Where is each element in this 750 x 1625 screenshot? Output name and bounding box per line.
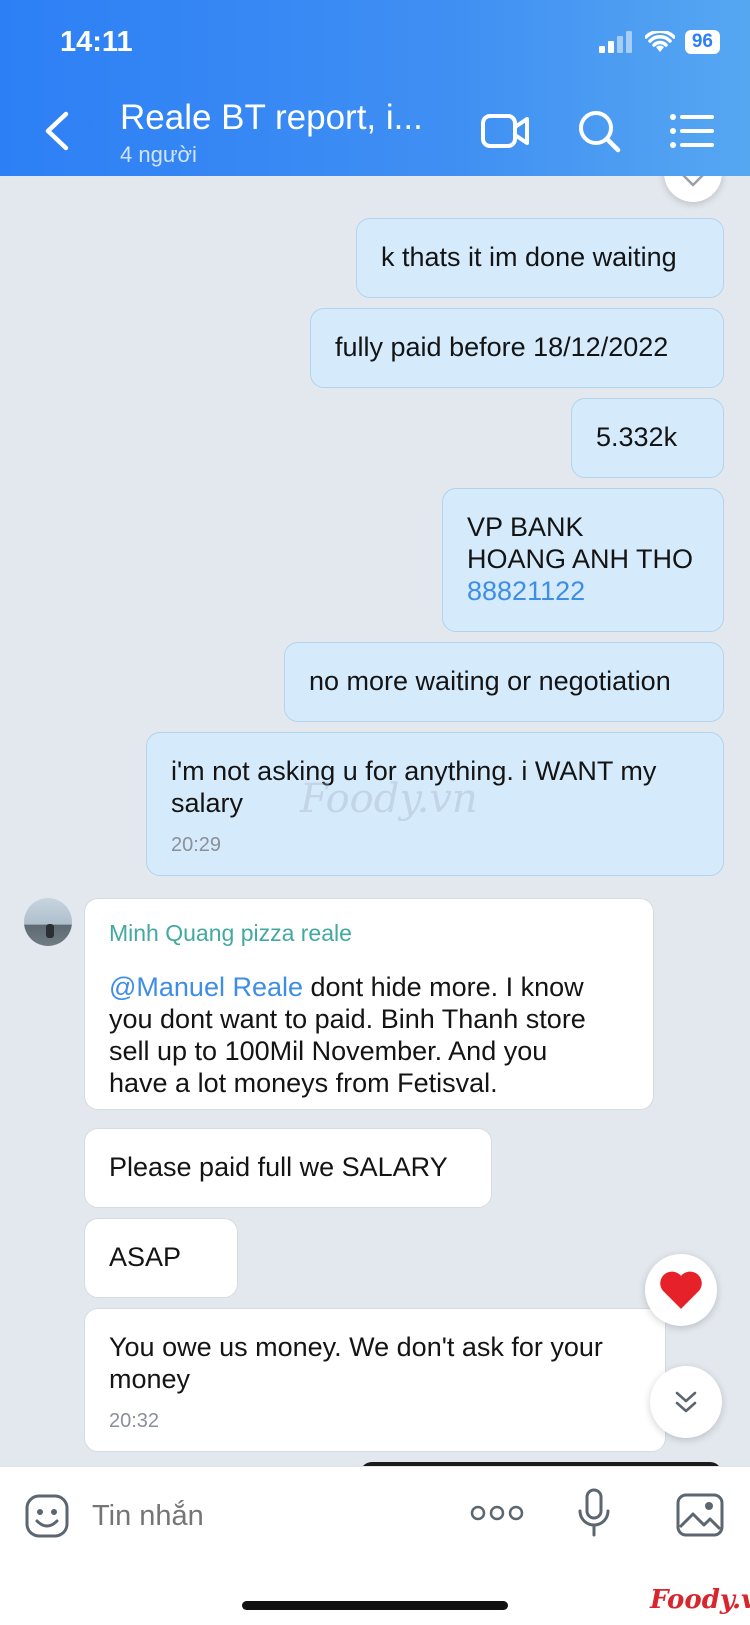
message-text: fully paid before 18/12/2022 <box>335 332 669 362</box>
chat-header: 14:11 96 Reale BT report, i... 4 người <box>0 0 750 176</box>
message-text: VP BANK <box>467 512 584 542</box>
message-incoming[interactable]: Minh Quang pizza reale @Manuel Reale don… <box>84 898 654 1110</box>
watermark: Foody.vn <box>300 776 478 822</box>
member-count[interactable]: 4 người <box>120 142 197 168</box>
message-text: no more waiting or negotiation <box>309 666 671 696</box>
image-gallery-icon[interactable] <box>676 1493 724 1537</box>
sticker-icon[interactable] <box>24 1493 70 1539</box>
message-text: k thats it im done waiting <box>381 242 677 272</box>
status-time: 14:11 <box>60 26 133 58</box>
message-text: sell up to 100Mil November. And you <box>109 1036 548 1066</box>
message-outgoing[interactable]: k thats it im done waiting <box>356 218 724 298</box>
signal-icon <box>598 31 632 53</box>
search-icon[interactable] <box>575 108 625 154</box>
mention-link[interactable]: @Manuel Reale <box>109 972 303 1002</box>
message-incoming[interactable]: ASAP <box>84 1218 238 1298</box>
message-text: you dont want to paid. Binh Thanh store <box>109 1004 586 1034</box>
message-incoming[interactable]: Please paid full we SALARY <box>84 1128 492 1208</box>
sender-name[interactable]: Minh Quang pizza reale <box>109 917 629 949</box>
list-menu-icon[interactable] <box>668 108 718 154</box>
message-outgoing[interactable]: VP BANK HOANG ANH THO 88821122 <box>442 488 724 632</box>
message-list[interactable]: k thats it im done waiting fully paid be… <box>0 176 750 1466</box>
phone-number-link[interactable]: 88821122 <box>467 575 699 607</box>
double-chevron-down-icon <box>675 1391 697 1413</box>
chat-title[interactable]: Reale BT report, i... <box>120 98 423 138</box>
message-incoming[interactable]: You owe us money. We don't ask for your … <box>84 1308 666 1452</box>
home-indicator <box>242 1601 508 1610</box>
composer-bar: Foody.vn <box>0 1466 750 1625</box>
message-outgoing[interactable]: fully paid before 18/12/2022 <box>310 308 724 388</box>
more-options-icon[interactable] <box>470 1503 524 1523</box>
scroll-to-bottom-button[interactable] <box>650 1366 722 1438</box>
message-text: money <box>109 1364 191 1394</box>
wifi-icon <box>644 31 675 52</box>
message-text: dont hide more. I know <box>303 972 584 1002</box>
heart-reaction-button[interactable] <box>645 1254 717 1326</box>
avatar[interactable] <box>24 898 72 946</box>
message-text: Please paid full we SALARY <box>109 1152 448 1182</box>
message-outgoing[interactable]: 5.332k <box>571 398 724 478</box>
reaction-button[interactable] <box>664 176 722 202</box>
message-input[interactable] <box>90 1489 424 1543</box>
message-timestamp: 20:32 <box>109 1410 160 1432</box>
message-text: ASAP <box>109 1242 182 1272</box>
message-text: have a lot moneys from Fetisval. <box>109 1068 498 1098</box>
status-icons: 96 <box>598 30 720 54</box>
message-outgoing[interactable]: no more waiting or negotiation <box>284 642 724 722</box>
heart-outline-icon <box>682 176 704 187</box>
message-text: 5.332k <box>596 422 678 452</box>
message-text: You owe us money. We don't ask for your <box>109 1332 603 1362</box>
message-text: HOANG ANH THO <box>467 544 694 574</box>
message-timestamp: 20:29 <box>171 834 222 856</box>
corner-watermark: Foody.vn <box>650 1585 750 1615</box>
microphone-icon[interactable] <box>577 1487 611 1539</box>
battery-indicator: 96 <box>684 30 720 54</box>
heart-icon <box>660 1271 702 1309</box>
video-call-icon[interactable] <box>480 108 530 154</box>
chevron-left-icon[interactable] <box>38 108 78 154</box>
